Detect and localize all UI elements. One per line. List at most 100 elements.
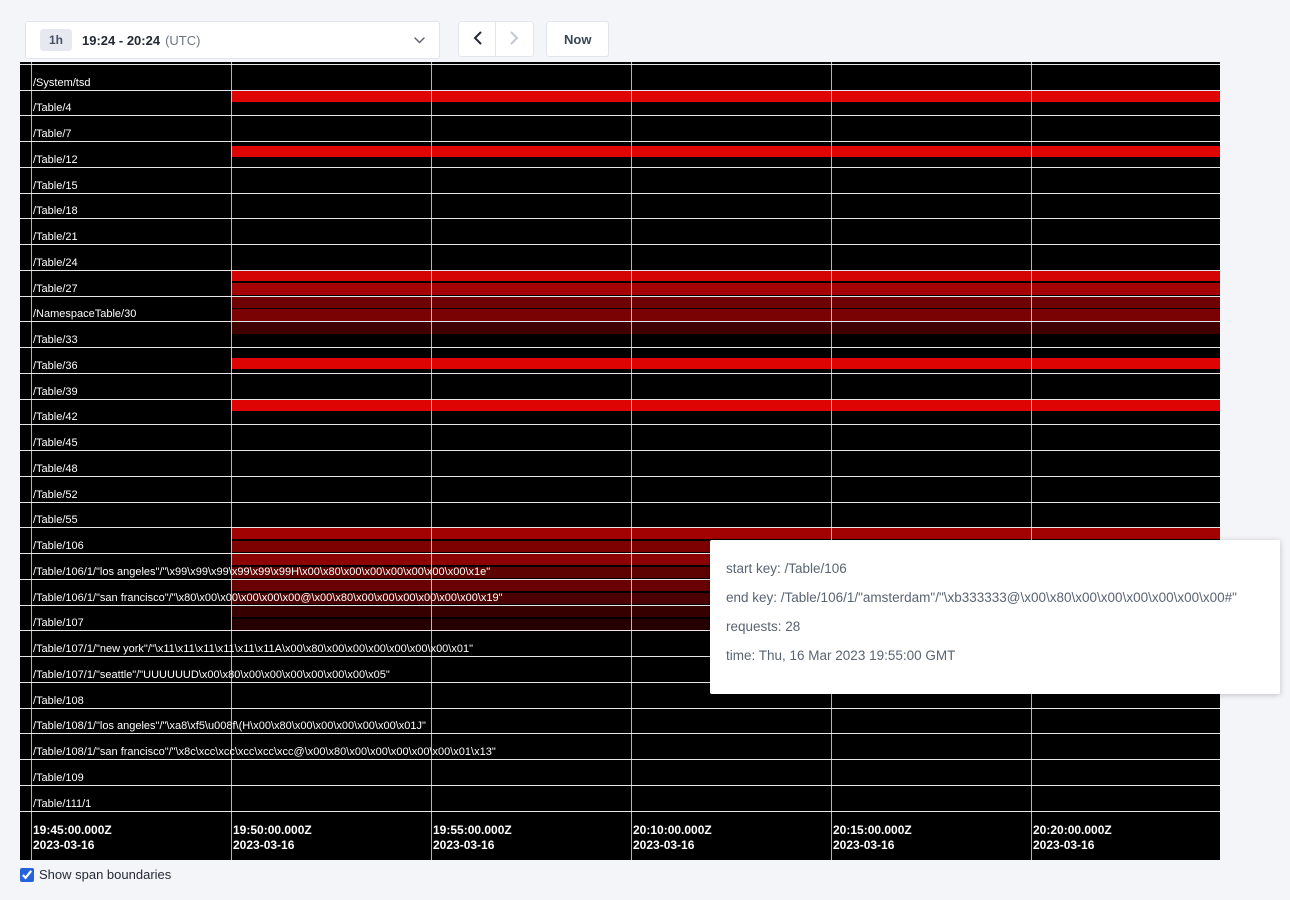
- time-axis-label: 19:45:00.000Z2023-03-16: [33, 823, 112, 853]
- span-key-label: /Table/4: [33, 102, 72, 115]
- time-interval-nav: [458, 21, 534, 57]
- time-axis-date: 2023-03-16: [33, 838, 112, 853]
- time-axis-date: 2023-03-16: [833, 838, 912, 853]
- span-key-label: /System/tsd: [33, 77, 90, 90]
- heat-band: [231, 400, 1220, 411]
- time-gridline: [631, 62, 632, 860]
- span-boundary-line: [20, 321, 1220, 322]
- heat-band: [231, 283, 1220, 295]
- span-key-label: /Table/55: [33, 514, 78, 527]
- footer: Show span boundaries: [20, 867, 171, 882]
- span-key-label: /Table/21: [33, 231, 78, 244]
- time-axis-date: 2023-03-16: [433, 838, 512, 853]
- span-key-label: /Table/108/1/"san francisco"/"\x8c\xcc\x…: [33, 746, 496, 759]
- span-key-label: /Table/107: [33, 617, 84, 630]
- key-visualizer-canvas[interactable]: start key: /Table/106 end key: /Table/10…: [20, 62, 1220, 860]
- span-key-label: /Table/45: [33, 437, 78, 450]
- time-range-picker[interactable]: 1h 19:24 - 20:24 (UTC): [25, 21, 440, 59]
- heat-band: [231, 528, 1220, 539]
- span-key-label: /Table/48: [33, 463, 78, 476]
- span-boundary-line: [20, 373, 1220, 374]
- time-preset-badge: 1h: [40, 29, 72, 51]
- span-key-label: /Table/42: [33, 411, 78, 424]
- span-key-label: /Table/106/1/"san francisco"/"\x80\x00\x…: [33, 592, 503, 605]
- span-boundary-line: [20, 785, 1220, 786]
- span-key-label: /Table/107/1/"seattle"/"UUUUUUD\x00\x80\…: [33, 669, 390, 682]
- span-boundary-line: [20, 90, 1220, 91]
- time-axis-date: 2023-03-16: [1033, 838, 1112, 853]
- time-gridline: [431, 62, 432, 860]
- span-key-label: /Table/109: [33, 772, 84, 785]
- time-axis-time: 20:10:00.000Z: [633, 823, 712, 838]
- time-gridline: [31, 62, 32, 860]
- span-key-label: /Table/12: [33, 154, 78, 167]
- span-boundary-line: [20, 270, 1220, 271]
- heat-band: [231, 309, 1220, 321]
- now-button[interactable]: Now: [546, 21, 609, 57]
- span-boundary-line: [20, 708, 1220, 709]
- span-key-label: /Table/52: [33, 489, 78, 502]
- span-boundary-line: [20, 399, 1220, 400]
- show-span-boundaries-checkbox[interactable]: [20, 868, 34, 882]
- span-boundary-line: [20, 141, 1220, 142]
- time-axis-time: 19:45:00.000Z: [33, 823, 112, 838]
- time-range-label: 19:24 - 20:24: [82, 33, 160, 48]
- span-key-label: /Table/33: [33, 334, 78, 347]
- heat-band: [231, 271, 1220, 281]
- span-key-label: /Table/7: [33, 128, 72, 141]
- hover-tooltip: start key: /Table/106 end key: /Table/10…: [710, 540, 1280, 694]
- heat-band: [231, 146, 1220, 157]
- toolbar: 1h 19:24 - 20:24 (UTC) Now: [25, 21, 609, 59]
- tooltip-end-key: end key: /Table/106/1/"amsterdam"/"\xb33…: [726, 590, 1264, 605]
- previous-interval-button[interactable]: [458, 21, 496, 57]
- time-gridline: [231, 62, 232, 860]
- time-axis-label: 19:55:00.000Z2023-03-16: [433, 823, 512, 853]
- span-boundary-line: [20, 115, 1220, 116]
- span-boundary-line: [20, 733, 1220, 734]
- span-key-label: /Table/107/1/"new york"/"\x11\x11\x11\x1…: [33, 643, 473, 656]
- span-boundary-line: [20, 811, 1220, 812]
- span-boundary-line: [20, 296, 1220, 297]
- show-span-boundaries-label: Show span boundaries: [39, 867, 171, 882]
- chevron-down-icon: [414, 37, 425, 44]
- span-key-label: /Table/27: [33, 283, 78, 296]
- time-axis-date: 2023-03-16: [233, 838, 312, 853]
- time-axis-label: 20:20:00.000Z2023-03-16: [1033, 823, 1112, 853]
- tooltip-time: time: Thu, 16 Mar 2023 19:55:00 GMT: [726, 648, 1264, 663]
- span-key-label: /Table/108: [33, 695, 84, 708]
- span-boundary-line: [20, 759, 1220, 760]
- span-key-label: /Table/36: [33, 360, 78, 373]
- next-interval-button[interactable]: [496, 21, 534, 57]
- timezone-label: (UTC): [165, 33, 200, 48]
- tooltip-start-key: start key: /Table/106: [726, 561, 1264, 576]
- span-boundary-line: [20, 244, 1220, 245]
- time-gridline: [1031, 62, 1032, 860]
- span-boundary-line: [20, 502, 1220, 503]
- span-key-label: /Table/106: [33, 540, 84, 553]
- heat-band: [231, 91, 1220, 102]
- heat-band: [231, 322, 1220, 334]
- chevron-right-icon: [510, 31, 519, 48]
- span-key-label: /Table/106/1/"los angeles"/"\x99\x99\x99…: [33, 566, 490, 579]
- span-key-label: /NamespaceTable/30: [33, 308, 136, 321]
- chevron-left-icon: [473, 31, 482, 48]
- span-boundary-line: [20, 64, 1220, 65]
- span-key-label: /Table/108/1/"los angeles"/"\xa8\xf5\u00…: [33, 720, 426, 733]
- span-key-label: /Table/24: [33, 257, 78, 270]
- time-gridline: [831, 62, 832, 860]
- time-axis-time: 20:15:00.000Z: [833, 823, 912, 838]
- span-key-label: /Table/18: [33, 205, 78, 218]
- span-key-label: /Table/111/1: [33, 798, 91, 811]
- time-axis-label: 20:10:00.000Z2023-03-16: [633, 823, 712, 853]
- span-boundary-line: [20, 527, 1220, 528]
- time-axis-label: 20:15:00.000Z2023-03-16: [833, 823, 912, 853]
- span-boundary-line: [20, 450, 1220, 451]
- time-axis-time: 20:20:00.000Z: [1033, 823, 1112, 838]
- heat-band: [231, 358, 1220, 369]
- span-key-label: /Table/39: [33, 386, 78, 399]
- tooltip-requests: requests: 28: [726, 619, 1264, 634]
- span-boundary-line: [20, 424, 1220, 425]
- span-boundary-line: [20, 193, 1220, 194]
- time-axis-time: 19:50:00.000Z: [233, 823, 312, 838]
- span-boundary-line: [20, 218, 1220, 219]
